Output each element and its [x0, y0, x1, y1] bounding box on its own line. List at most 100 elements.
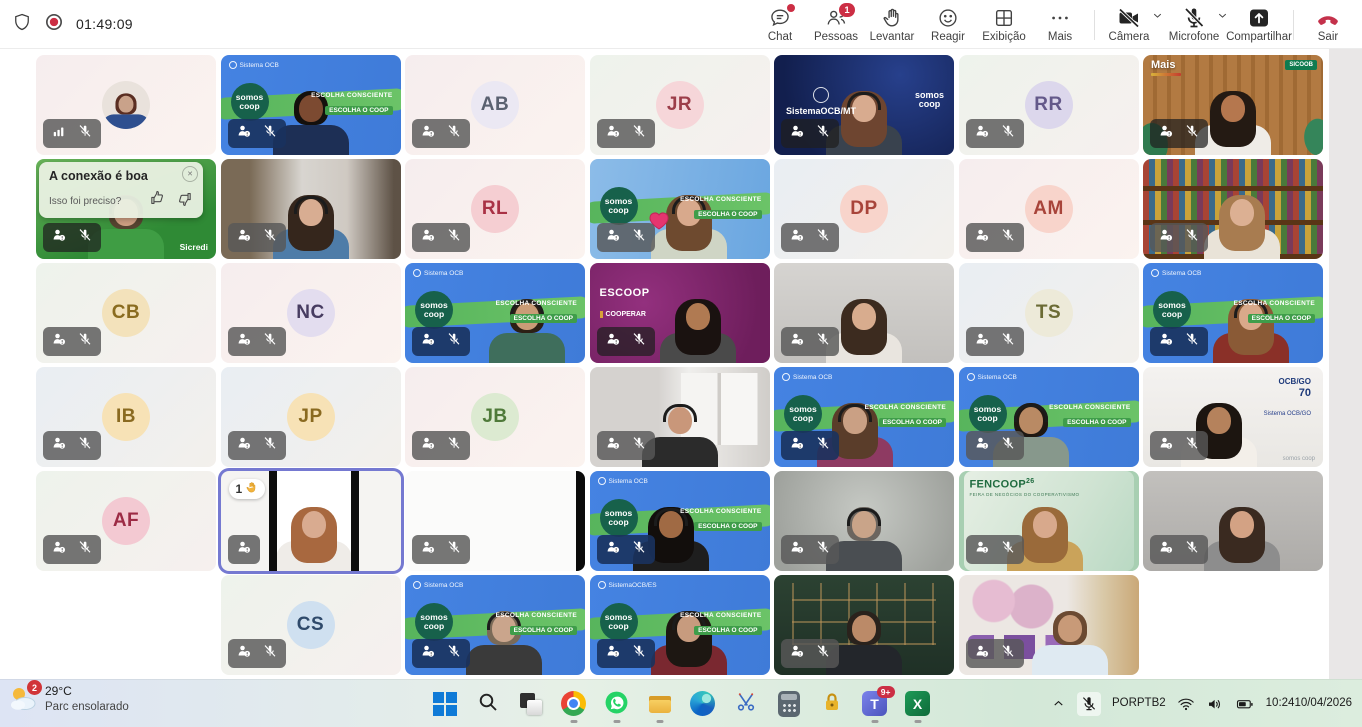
sicredi-logo: Sicredi — [180, 242, 208, 252]
participant-tile[interactable]: AB — [405, 55, 585, 155]
participant-tile[interactable]: RL — [405, 159, 585, 259]
slogan-line-1: ESCOLHA CONSCIENTE — [496, 612, 577, 619]
participant-tile[interactable]: MaisSICOOB — [1143, 55, 1323, 155]
participant-tile[interactable]: DP — [774, 159, 954, 259]
mic-off-small-icon — [632, 332, 646, 351]
battery-icon[interactable] — [1235, 695, 1255, 713]
participant-tile[interactable]: somoscoopESCOLHA CONSCIENTEESCOLHA O COO… — [405, 575, 585, 675]
participant-tile[interactable]: somoscoopESCOLHA CONSCIENTEESCOLHA O COO… — [590, 575, 770, 675]
participant-tile[interactable]: AM — [959, 159, 1139, 259]
participant-tile[interactable]: RR — [959, 55, 1139, 155]
participant-tile[interactable]: somoscoopESCOLHA CONSCIENTEESCOLHA O COO… — [959, 367, 1139, 467]
participant-tile[interactable]: OCB/GO70Sistema OCB/GOsomos coop — [1143, 367, 1323, 467]
tray-language-indicator[interactable]: PORPTB2 — [1112, 696, 1166, 711]
speaker-icon[interactable] — [1206, 695, 1224, 713]
participant-tile[interactable]: NC — [221, 263, 401, 363]
participant-status-pill — [597, 223, 655, 252]
slogan-line-2: ESCOLHA O COOP — [1063, 418, 1130, 427]
slogan-line-1: ESCOLHA CONSCIENTE — [680, 508, 761, 515]
participant-tile[interactable]: IB — [36, 367, 216, 467]
participant-tile[interactable]: FENCOOP26FEIRA DE NEGÓCIOS DO COOPERATIV… — [959, 471, 1139, 571]
participant-initials-avatar: AM — [1025, 185, 1073, 233]
taskbar-app-explorer[interactable] — [647, 691, 673, 717]
participant-icon — [421, 228, 435, 247]
toolbar-button-leave[interactable]: Sair — [1300, 2, 1356, 44]
toolbar-button-share[interactable]: Compartilhar — [1231, 2, 1287, 44]
taskbar-app-teams[interactable]: T9+ — [862, 691, 888, 717]
participant-tile[interactable] — [1143, 159, 1323, 259]
participant-tile[interactable]: ESCOOPCOOPERAR — [590, 263, 770, 363]
participant-tile[interactable]: CS — [221, 575, 401, 675]
taskbar-app-chrome[interactable] — [561, 691, 587, 717]
coop-slogan: ESCOLHA CONSCIENTEESCOLHA O COOP — [496, 300, 577, 325]
participant-tile[interactable]: AF — [36, 471, 216, 571]
participant-tile[interactable]: JB — [405, 367, 585, 467]
taskbar-app-whatsapp[interactable] — [604, 691, 630, 717]
slogan-line-1: ESCOLHA CONSCIENTE — [680, 612, 761, 619]
taskbar-app-search[interactable] — [475, 691, 501, 717]
taskbar-app-start[interactable] — [432, 691, 458, 717]
toolbar-button-mais[interactable]: Mais — [1032, 2, 1088, 44]
tray-mic-muted-icon[interactable] — [1077, 692, 1101, 716]
participant-status-pill — [966, 431, 1024, 460]
taskbar-app-edge[interactable] — [690, 691, 716, 717]
more-ellipsis-icon — [1049, 6, 1071, 30]
participant-tile[interactable] — [36, 55, 216, 155]
sistema-ocb-logo: Sistema OCB — [229, 61, 279, 69]
toolbar-button-camera[interactable]: Câmera — [1101, 2, 1157, 44]
toolbar-button-chat[interactable]: Chat — [752, 2, 808, 44]
taskbar-app-calculator[interactable] — [776, 691, 802, 717]
close-icon[interactable]: ✕ — [182, 166, 198, 182]
toolbar-button-pessoas[interactable]: 1Pessoas — [808, 2, 864, 44]
taskbar-app-snipping[interactable] — [733, 691, 759, 717]
sistema-ocb-logo: Sistema OCB — [413, 269, 463, 277]
coop-slogan: ESCOLHA CONSCIENTEESCOLHA O COOP — [496, 612, 577, 637]
toolbar-button-levantar[interactable]: Levantar — [864, 2, 920, 44]
participant-icon — [790, 644, 804, 663]
participant-status-pill — [966, 639, 1024, 668]
taskbar-app-excel[interactable]: X — [905, 691, 931, 717]
participant-tile[interactable]: SicrediA conexão é boaIsso foi preciso?✕ — [36, 159, 216, 259]
participant-tile[interactable] — [774, 263, 954, 363]
participant-tile[interactable]: somoscoopESCOLHA CONSCIENTEESCOLHA O COO… — [590, 471, 770, 571]
taskbar-app-keeper[interactable] — [819, 691, 845, 717]
toolbar-button-microphone[interactable]: Microfone — [1166, 2, 1222, 44]
taskbar-app-task-view[interactable] — [518, 691, 544, 717]
participant-tile[interactable] — [774, 471, 954, 571]
chevron-up-icon[interactable] — [1051, 696, 1066, 711]
participant-status-pill — [412, 535, 470, 564]
poster-accent-bar — [1151, 73, 1181, 76]
participant-tile[interactable] — [774, 575, 954, 675]
participant-status-pill — [43, 431, 101, 460]
tray-clock[interactable]: 10:2410/04/2026 — [1266, 696, 1352, 712]
participant-tile[interactable] — [959, 575, 1139, 675]
participant-tile[interactable] — [221, 159, 401, 259]
participant-tile[interactable]: TS — [959, 263, 1139, 363]
participant-tile[interactable]: JR — [590, 55, 770, 155]
participant-tile[interactable]: CB — [36, 263, 216, 363]
toolbar-button-exibicao[interactable]: Exibição — [976, 2, 1032, 44]
toolbar-button-reagir[interactable]: Reagir — [920, 2, 976, 44]
participant-tile[interactable]: 1 — [221, 471, 401, 571]
participant-status-pill — [43, 327, 101, 356]
somos-coop-logo: somoscoop — [1153, 291, 1191, 329]
participant-tile[interactable]: somoscoopESCOLHA CONSCIENTEESCOLHA O COO… — [1143, 263, 1323, 363]
participant-initials-avatar: AF — [102, 497, 150, 545]
slogan-line-1: ESCOLHA CONSCIENTE — [311, 92, 392, 99]
participant-tile[interactable]: somoscoopESCOLHA CONSCIENTEESCOLHA O COO… — [405, 263, 585, 363]
wifi-icon[interactable] — [1177, 695, 1195, 713]
mic-off-small-icon — [447, 332, 461, 351]
thumbs-down-icon[interactable] — [176, 190, 193, 212]
participant-tile[interactable] — [405, 471, 585, 571]
participant-tile[interactable]: JP — [221, 367, 401, 467]
participant-tile[interactable]: somoscoopESCOLHA CONSCIENTEESCOLHA O COO… — [221, 55, 401, 155]
participant-tile[interactable] — [1143, 471, 1323, 571]
participant-tile[interactable] — [590, 367, 770, 467]
mic-off-small-icon — [816, 228, 830, 247]
participant-silhouette — [102, 93, 150, 129]
participant-tile[interactable]: somoscoopESCOLHA CONSCIENTEESCOLHA O COO… — [590, 159, 770, 259]
thumbs-up-icon[interactable] — [149, 190, 166, 212]
participant-status-pill — [1150, 119, 1208, 148]
participant-tile[interactable]: SistemaOCB/MTsomoscoop — [774, 55, 954, 155]
participant-tile[interactable]: somoscoopESCOLHA CONSCIENTEESCOLHA O COO… — [774, 367, 954, 467]
